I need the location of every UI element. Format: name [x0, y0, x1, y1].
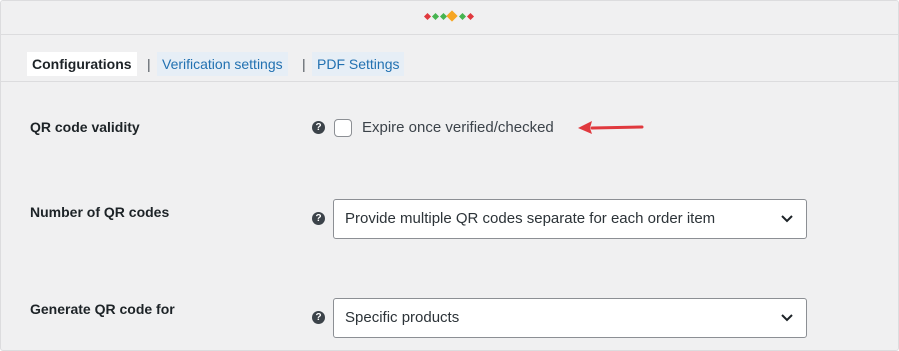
red-arrow-icon: [578, 121, 644, 134]
generate-qr-code-for-select[interactable]: Specific products: [333, 298, 807, 338]
chevron-down-icon: [781, 215, 793, 223]
question-circle-icon[interactable]: ?: [312, 212, 325, 225]
number-of-qr-codes-select[interactable]: Provide multiple QR codes separate for e…: [333, 199, 807, 239]
select-value: Specific products: [345, 309, 460, 326]
qr-validity-label: QR code validity: [30, 119, 140, 135]
tab-pdf-settings[interactable]: PDF Settings: [312, 52, 405, 76]
tab-configurations[interactable]: Configurations: [27, 52, 137, 76]
dot-orange-icon: [446, 10, 458, 22]
tab-separator: |: [147, 56, 151, 72]
question-circle-icon[interactable]: ?: [312, 121, 325, 134]
question-circle-icon[interactable]: ?: [312, 311, 325, 324]
expire-once-verified-label[interactable]: Expire once verified/checked: [362, 118, 554, 138]
chevron-down-icon: [781, 314, 793, 322]
decorative-dots: [423, 10, 479, 22]
dot-green-icon: [431, 12, 440, 21]
tab-verification-settings[interactable]: Verification settings: [157, 52, 288, 76]
top-strip: [1, 1, 898, 35]
tab-separator: |: [302, 56, 306, 72]
dot-red-icon: [423, 12, 432, 21]
settings-tabs: Configurations | Verification settings |…: [1, 46, 898, 82]
generate-qr-code-for-label: Generate QR code for: [30, 301, 175, 317]
number-of-qr-codes-label: Number of QR codes: [30, 204, 170, 220]
expire-once-verified-checkbox[interactable]: [334, 119, 352, 137]
dot-red-icon: [466, 12, 475, 21]
dot-green-icon: [458, 12, 467, 21]
settings-panel: Configurations | Verification settings |…: [0, 0, 899, 351]
select-value: Provide multiple QR codes separate for e…: [345, 210, 716, 227]
